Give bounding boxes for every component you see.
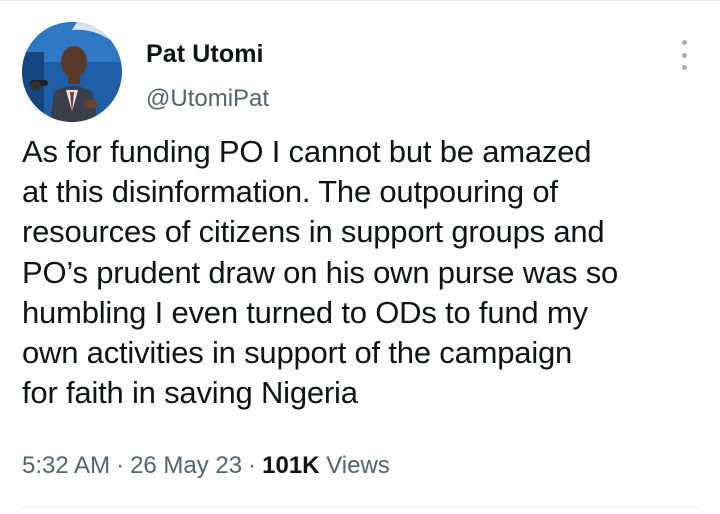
more-options-vertical-icon — [681, 40, 687, 45]
more-options-vertical-icon — [681, 65, 687, 70]
tweet-text: As for funding PO I cannot but be amazed… — [22, 132, 702, 413]
tweet-time[interactable]: 5:32 AM — [22, 452, 110, 479]
avatar[interactable] — [22, 22, 122, 122]
avatar-photo — [22, 22, 122, 122]
tweet-card: Pat Utomi @UtomiPat As for funding PO I … — [0, 0, 720, 514]
author-handle[interactable]: @UtomiPat — [146, 85, 269, 113]
tweet-text-line: As for funding PO I cannot but be amazed — [22, 134, 592, 169]
tweet-text-line: resources of citizens in support groups … — [22, 214, 605, 250]
tweet-text-line: own activities in support of the campaig… — [22, 335, 573, 371]
tweet-text-line: PO’s prudent draw on his own purse was s… — [22, 254, 619, 290]
tweet-meta: 5:32 AM · 26 May 23 · 101K Views — [22, 452, 390, 480]
tweet-text-line: humbling I even turned to ODs to fund my — [22, 294, 588, 330]
tweet-date[interactable]: 26 May 23 — [130, 452, 242, 479]
meta-separator: · — [248, 452, 257, 479]
tweet-text-line: for faith in saving Nigeria — [22, 375, 358, 411]
meta-separator: · — [116, 452, 125, 479]
more-options-vertical-icon — [681, 52, 687, 58]
views-count[interactable]: 101K — [262, 452, 319, 479]
top-divider — [0, 0, 720, 1]
tweet-text-line: at this disinformation. The outpouring o… — [22, 174, 558, 210]
more-options-button[interactable] — [676, 40, 692, 70]
bottom-divider — [22, 507, 698, 508]
author-display-name[interactable]: Pat Utomi — [146, 40, 264, 69]
views-label: Views — [326, 452, 390, 479]
